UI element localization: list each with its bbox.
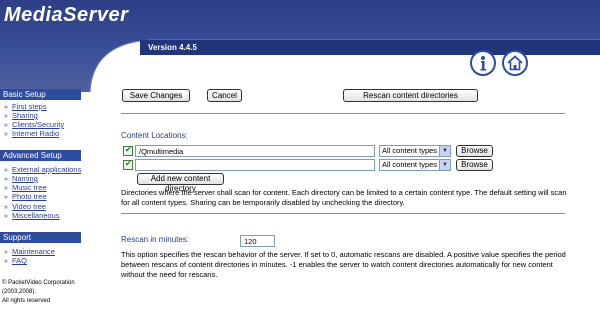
content-locations-description: Directories where the server shall scan … [121, 188, 567, 207]
cancel-button[interactable]: Cancel [207, 89, 242, 102]
rescan-minutes-label: Rescan in minutes: [121, 235, 190, 244]
directory-path-input[interactable] [135, 159, 375, 171]
sidebar-item-miscellaneous[interactable]: Miscellaneous [4, 211, 60, 220]
sidebar-item-music-tree[interactable]: Music tree [4, 183, 47, 192]
app-logo: MediaServer [4, 4, 129, 26]
sidebar-item-external-applications[interactable]: External applications [4, 165, 81, 174]
content-type-value: All content types [382, 160, 438, 169]
copyright-line: All rights reserved [2, 298, 51, 304]
chevron-down-icon[interactable]: ▼ [439, 160, 450, 170]
sidebar-item-sharing[interactable]: Sharing [4, 111, 38, 120]
sidebar-item-maintenance[interactable]: Maintenance [4, 247, 55, 256]
sidebar-section-basic-setup: Basic Setup [0, 89, 81, 100]
browse-button[interactable]: Browse [456, 159, 493, 171]
sidebar-section-advanced-setup: Advanced Setup [0, 150, 81, 161]
rescan-description: This option specifies the rescan behavio… [121, 250, 566, 279]
content-type-select[interactable]: All content types ▼ [379, 159, 451, 171]
copyright-notice: © PacketVideo Corporation (2003,2008). A… [2, 279, 75, 306]
sidebar-item-faq[interactable]: FAQ [4, 256, 27, 265]
section-divider [121, 113, 565, 114]
browse-button[interactable]: Browse [456, 145, 493, 157]
directory-enabled-checkbox[interactable] [123, 145, 133, 156]
section-divider [121, 213, 565, 214]
sidebar-section-support: Support [0, 232, 81, 243]
sidebar-item-first-steps[interactable]: First steps [4, 102, 47, 111]
info-icon[interactable] [470, 50, 496, 76]
content-type-select[interactable]: All content types ▼ [379, 145, 451, 157]
sidebar-item-internet-radio[interactable]: Internet Radio [4, 129, 59, 138]
rescan-minutes-input[interactable] [240, 235, 275, 247]
sidebar-item-photo-tree[interactable]: Photo tree [4, 192, 47, 201]
app-header: MediaServer Version 4.4.5 [0, 0, 600, 92]
sidebar-item-video-tree[interactable]: Video tree [4, 202, 46, 211]
content-locations-title: Content Locations: [121, 131, 188, 140]
directory-path-input[interactable] [135, 145, 375, 157]
sidebar: Basic Setup First steps Sharing Clients/… [0, 89, 90, 309]
home-icon[interactable] [502, 50, 528, 76]
add-new-content-directory-button[interactable]: Add new content directory [137, 173, 224, 193]
directory-enabled-checkbox[interactable] [123, 159, 133, 170]
chevron-down-icon[interactable]: ▼ [439, 146, 450, 156]
content-type-value: All content types [382, 146, 438, 155]
sidebar-item-clients-security[interactable]: Clients/Security [4, 120, 64, 129]
version-label: Version 4.4.5 [148, 43, 197, 52]
save-changes-button[interactable]: Save Changes [122, 89, 190, 102]
copyright-line: (2003,2008). [2, 289, 37, 295]
rescan-content-directories-button[interactable]: Rescan content directories [343, 89, 478, 102]
copyright-line: © PacketVideo Corporation [2, 280, 75, 286]
sidebar-item-naming[interactable]: Naming [4, 174, 38, 183]
